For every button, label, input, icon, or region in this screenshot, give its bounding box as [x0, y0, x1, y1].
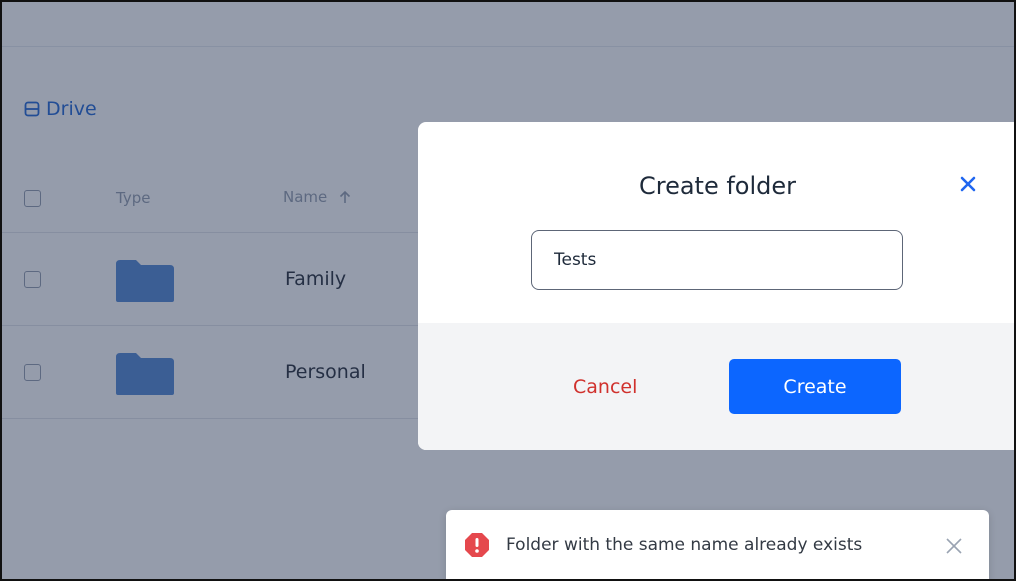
close-icon[interactable]	[945, 537, 963, 555]
error-icon	[465, 533, 489, 557]
close-icon[interactable]	[957, 173, 979, 195]
create-folder-dialog: Create folder Cancel Create	[418, 122, 1014, 450]
dialog-title: Create folder	[638, 172, 797, 200]
cancel-button[interactable]: Cancel	[573, 376, 637, 398]
error-toast: Folder with the same name already exists	[446, 510, 989, 579]
create-button[interactable]: Create	[729, 359, 901, 414]
app-window: Drive Type Name Family Personal Create f…	[0, 0, 1016, 581]
dialog-footer: Cancel Create	[418, 323, 1014, 450]
folder-name-input[interactable]	[531, 230, 903, 290]
toast-message: Folder with the same name already exists	[506, 535, 863, 555]
